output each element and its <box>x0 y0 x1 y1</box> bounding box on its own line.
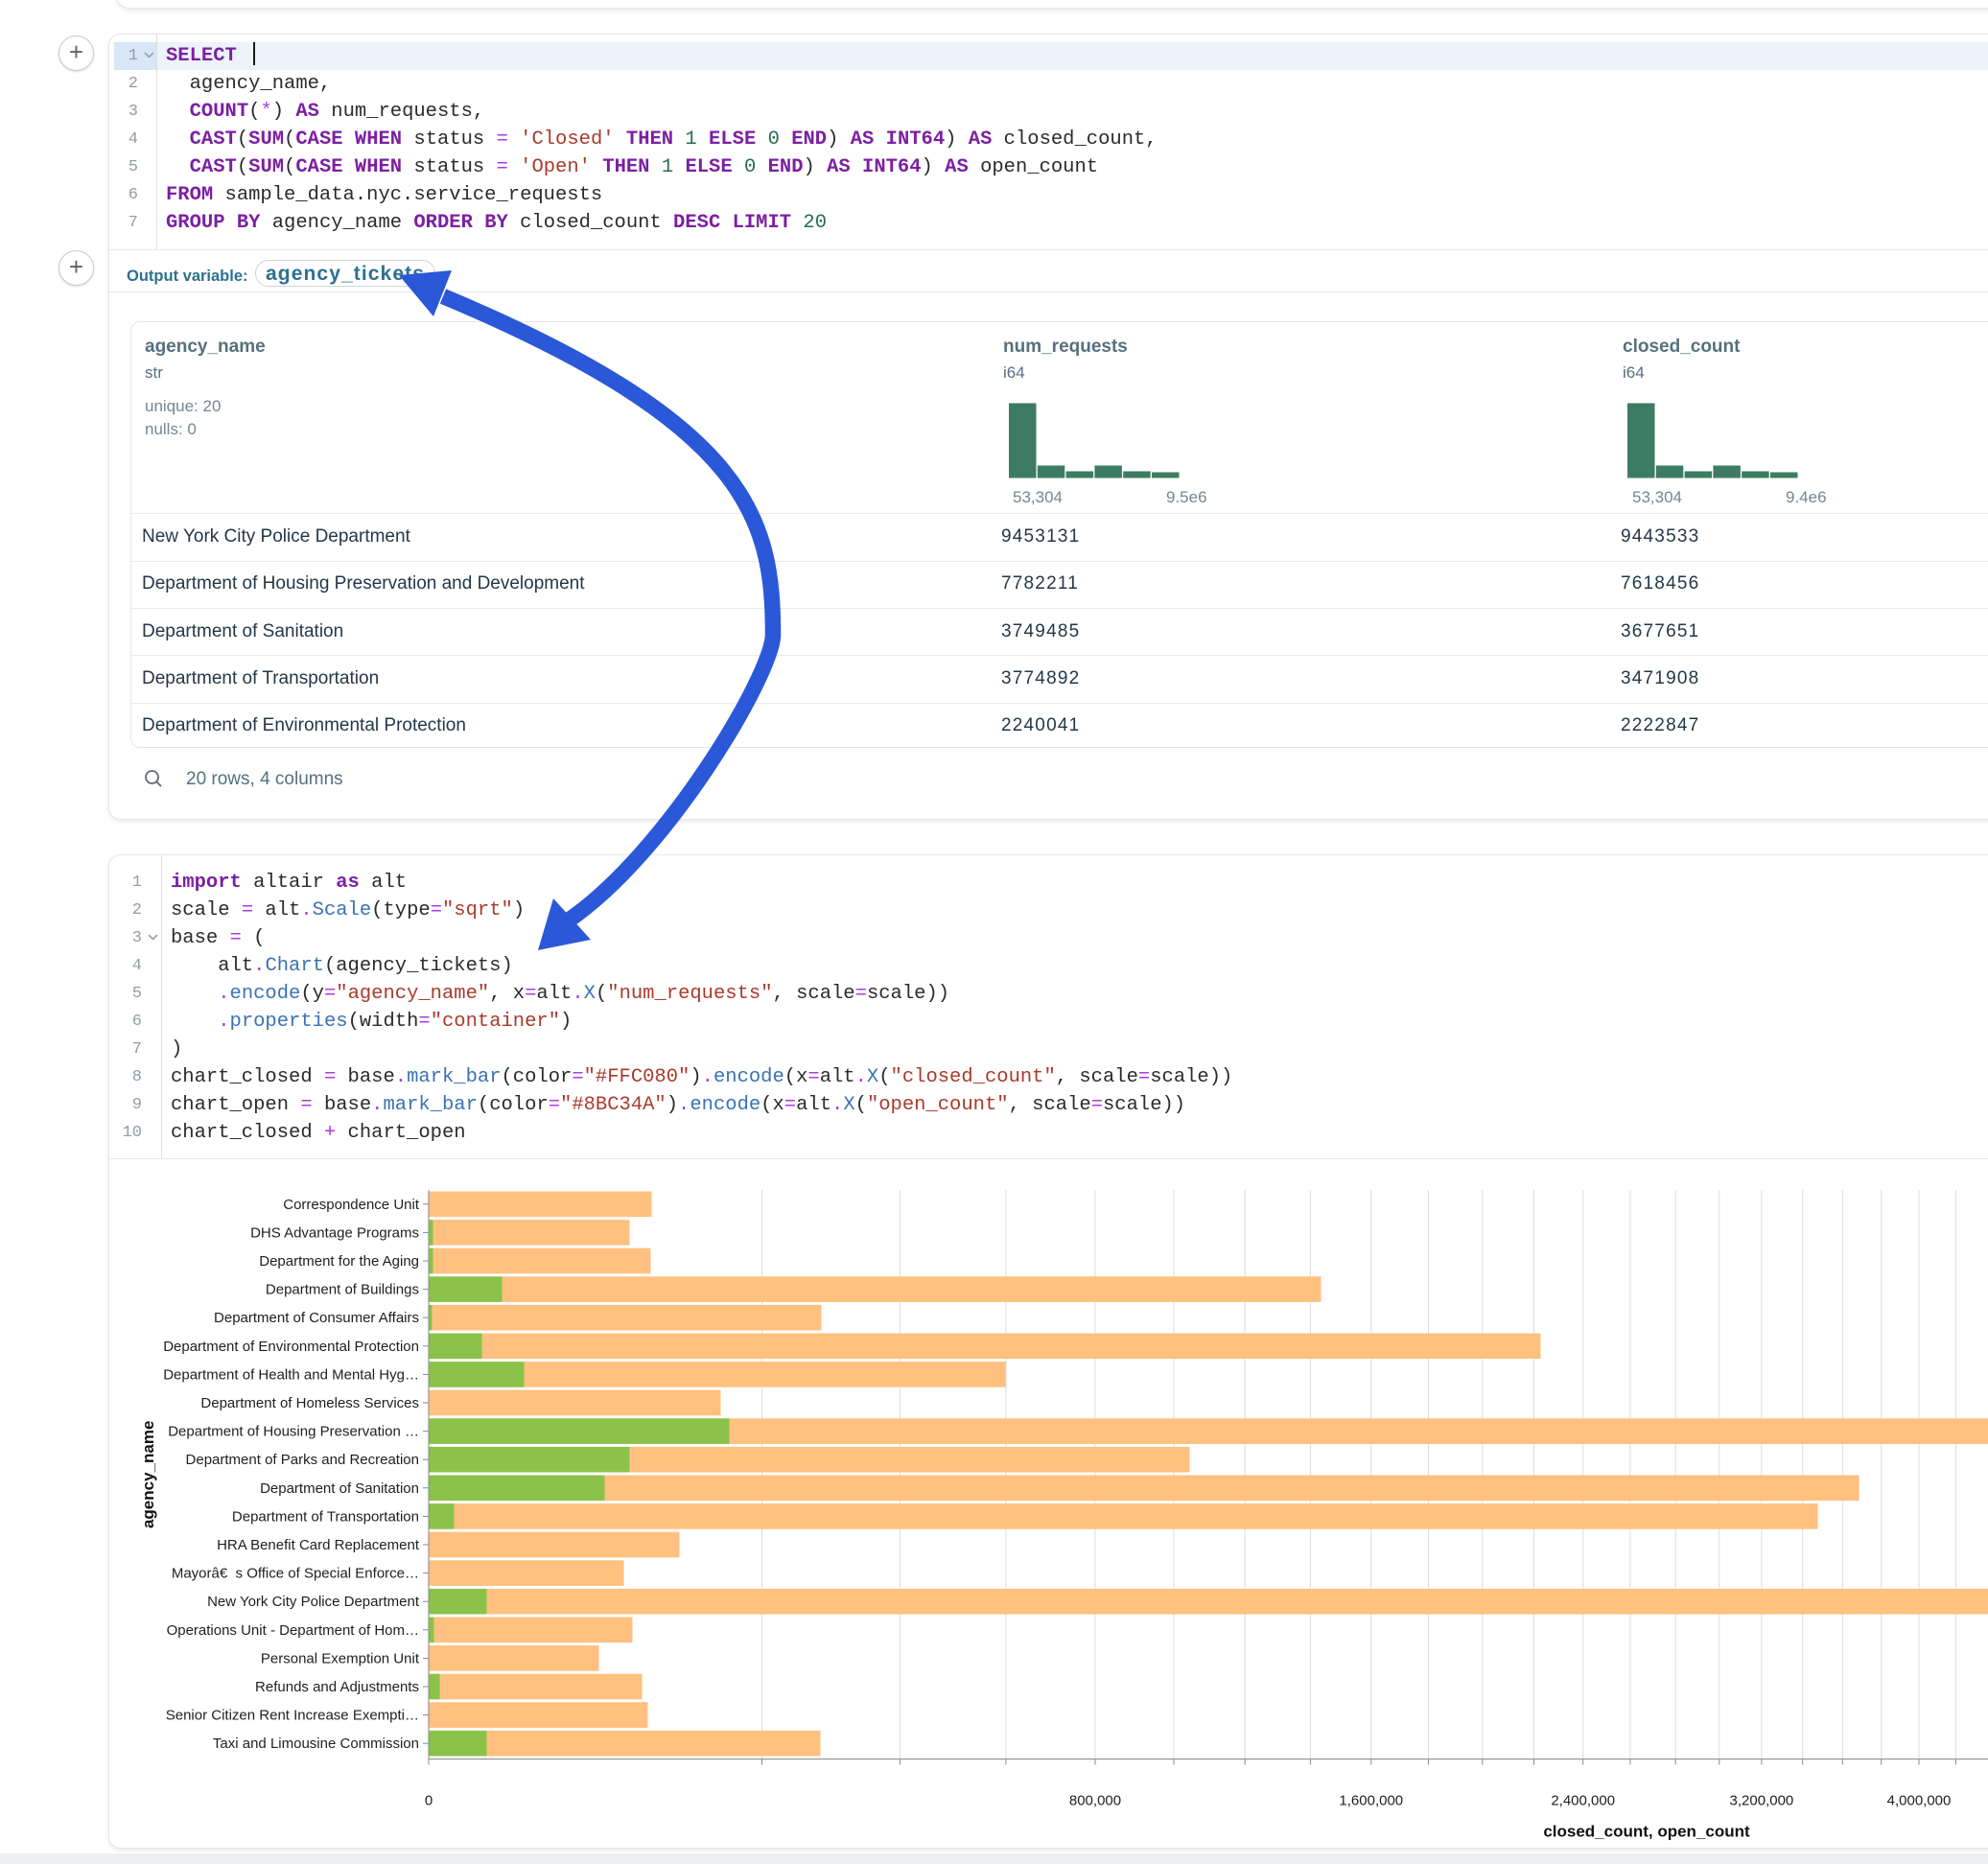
svg-text:Department of Homeless Service: Department of Homeless Services <box>200 1395 419 1411</box>
svg-text:Taxi and Limousine Commission: Taxi and Limousine Commission <box>213 1736 419 1752</box>
svg-text:Refunds and Adjustments: Refunds and Adjustments <box>255 1679 419 1695</box>
svg-text:Department of Health and Menta: Department of Health and Mental Hyg… <box>163 1366 419 1383</box>
svg-text:closed_count, open_count: closed_count, open_count <box>1543 1823 1750 1841</box>
svg-text:Department of Buildings: Department of Buildings <box>266 1282 419 1298</box>
svg-text:1,600,000: 1,600,000 <box>1339 1793 1403 1809</box>
svg-text:0: 0 <box>425 1793 433 1809</box>
svg-text:Mayorâ€ s Office of Special E: Mayorâ€ s Office of Special Enforce… <box>172 1566 419 1582</box>
svg-text:800,000: 800,000 <box>1069 1793 1121 1809</box>
svg-text:Senior Citizen Rent Increase E: Senior Citizen Rent Increase Exempti… <box>166 1708 419 1724</box>
svg-text:Operations Unit - Department o: Operations Unit - Department of Hom… <box>167 1622 419 1639</box>
svg-text:New York City Police Departmen: New York City Police Department <box>207 1594 420 1610</box>
svg-text:Department of Sanitation: Department of Sanitation <box>260 1480 419 1497</box>
svg-text:2,400,000: 2,400,000 <box>1551 1793 1615 1809</box>
svg-text:DHS Advantage Programs: DHS Advantage Programs <box>250 1224 419 1241</box>
svg-text:Department for the Aging: Department for the Aging <box>259 1253 419 1270</box>
svg-text:Department of Parks and Recrea: Department of Parks and Recreation <box>186 1452 419 1468</box>
svg-text:Department of Transportation: Department of Transportation <box>232 1508 419 1525</box>
svg-text:3,200,000: 3,200,000 <box>1730 1793 1794 1809</box>
svg-text:agency_name: agency_name <box>139 1421 157 1528</box>
svg-text:Correspondence Unit: Correspondence Unit <box>283 1197 420 1213</box>
svg-text:HRA Benefit Card Replacement: HRA Benefit Card Replacement <box>217 1537 420 1553</box>
svg-text:4,000,000: 4,000,000 <box>1887 1793 1952 1809</box>
svg-text:Department of Housing Preserva: Department of Housing Preservation … <box>168 1424 419 1440</box>
svg-text:Department of Consumer Affairs: Department of Consumer Affairs <box>214 1310 419 1326</box>
svg-text:Department of Environmental Pr: Department of Environmental Protection <box>163 1339 419 1355</box>
svg-text:Personal Exemption Unit: Personal Exemption Unit <box>261 1650 420 1666</box>
